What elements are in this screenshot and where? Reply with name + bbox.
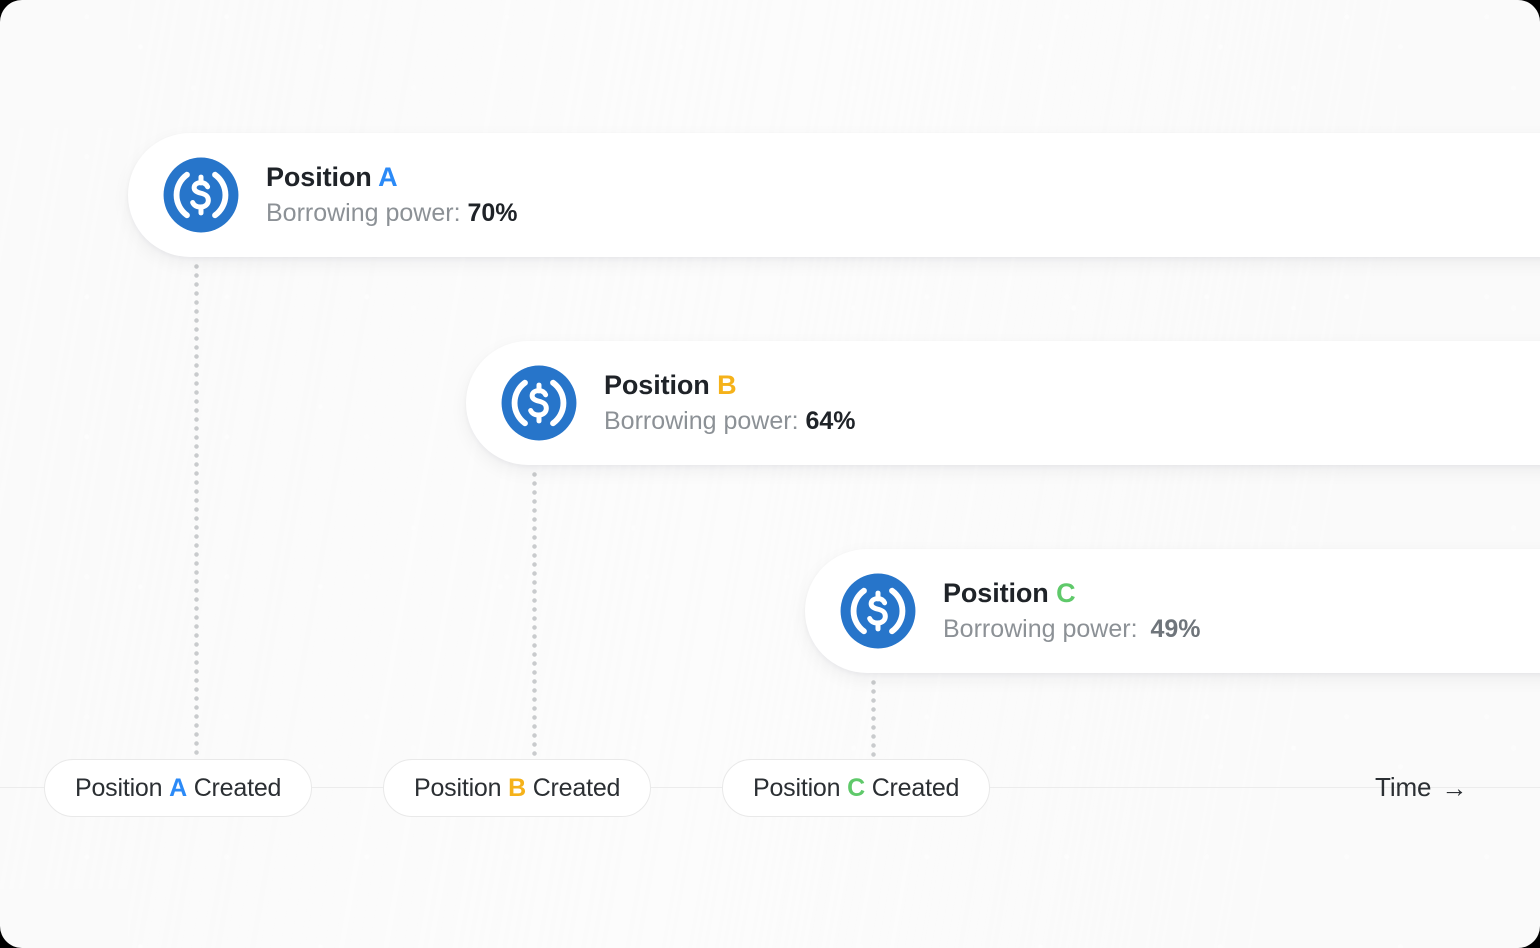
connector-position-c	[871, 678, 876, 762]
position-card-a-sub-value: 70%	[467, 198, 518, 227]
event-pill-c-suffix: Created	[871, 773, 960, 802]
position-card-c-sub-value: 49%	[1150, 614, 1201, 643]
event-pill-b-accent: B	[508, 773, 526, 802]
connector-position-b	[532, 470, 537, 762]
time-axis-text: Time	[1375, 772, 1432, 802]
event-pill-c-prefix: Position	[753, 773, 841, 802]
usdc-coin-icon	[840, 573, 916, 649]
event-pill-b-suffix: Created	[532, 773, 621, 802]
position-card-a-title: Position A	[266, 162, 518, 193]
usdc-coin-icon	[501, 365, 577, 441]
position-card-a-title-accent: A	[378, 162, 398, 193]
position-card-c-title: Position C	[943, 578, 1201, 609]
position-card-c-title-accent: C	[1056, 578, 1076, 609]
position-card-c-text: Position C Borrowing power: 49%	[943, 578, 1201, 643]
event-pill-a-suffix: Created	[193, 773, 282, 802]
position-card-a-subtitle: Borrowing power: 70%	[266, 198, 518, 228]
position-card-c-title-prefix: Position	[943, 578, 1049, 609]
usdc-coin-icon	[163, 157, 239, 233]
position-card-c-subtitle: Borrowing power: 49%	[943, 614, 1201, 644]
position-card-a-title-prefix: Position	[266, 162, 372, 193]
position-card-b-sub-label: Borrowing power:	[604, 406, 799, 435]
position-card-b-sub-value: 64%	[805, 406, 856, 435]
position-card-c-sub-label: Borrowing power:	[943, 614, 1138, 643]
position-card-b-title-prefix: Position	[604, 370, 710, 401]
event-pill-a-label: Position A Created	[75, 774, 281, 803]
position-card-b-subtitle: Borrowing power: 64%	[604, 406, 856, 436]
event-pill-a-accent: A	[169, 773, 187, 802]
position-card-a-text: Position A Borrowing power: 70%	[266, 162, 518, 227]
event-pill-b-label: Position B Created	[414, 774, 620, 803]
position-card-c[interactable]: Position C Borrowing power: 49%	[805, 549, 1540, 673]
time-axis-label: Time →	[1375, 772, 1467, 803]
position-card-b-text: Position B Borrowing power: 64%	[604, 370, 856, 435]
event-pill-position-a-created[interactable]: Position A Created	[44, 759, 313, 817]
position-card-a[interactable]: Position A Borrowing power: 70%	[128, 133, 1540, 257]
event-pill-b-prefix: Position	[414, 773, 502, 802]
position-card-b-title: Position B	[604, 370, 856, 401]
timeline-canvas: Position A Borrowing power: 70% Position…	[0, 0, 1540, 948]
position-card-b[interactable]: Position B Borrowing power: 64%	[466, 341, 1540, 465]
event-pill-position-c-created[interactable]: Position C Created	[722, 759, 991, 817]
event-pill-a-prefix: Position	[75, 773, 163, 802]
event-pill-position-b-created[interactable]: Position B Created	[383, 759, 652, 817]
position-card-b-title-accent: B	[717, 370, 737, 401]
position-card-a-sub-label: Borrowing power:	[266, 198, 461, 227]
connector-position-a	[194, 262, 199, 762]
event-pill-c-accent: C	[847, 773, 865, 802]
event-pill-c-label: Position C Created	[753, 774, 959, 803]
arrow-right-icon: →	[1441, 772, 1468, 803]
